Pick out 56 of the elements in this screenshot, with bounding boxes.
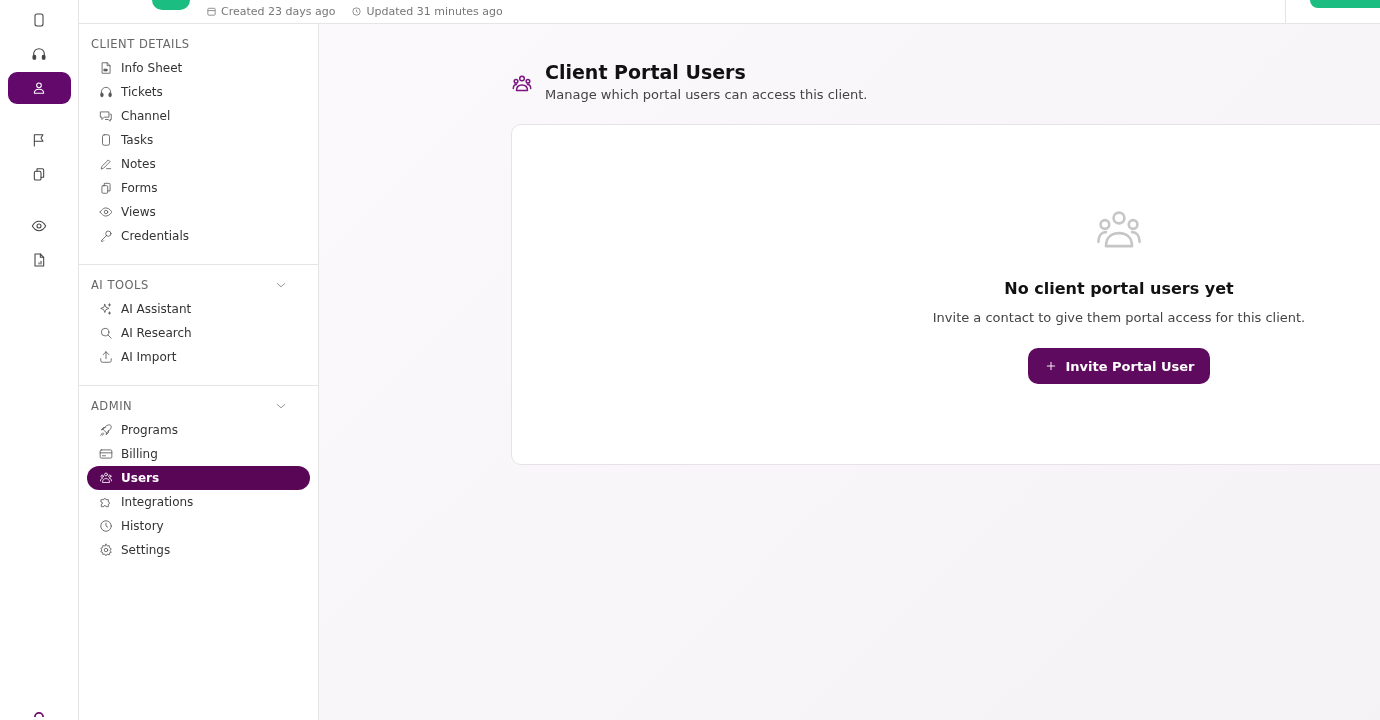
user-icon bbox=[31, 80, 47, 96]
sidebar-item[interactable]: Integrations bbox=[87, 490, 310, 514]
sidebar-item[interactable]: Info Sheet bbox=[87, 56, 310, 80]
clock-icon bbox=[351, 6, 363, 17]
sidebar-item[interactable]: Views bbox=[87, 200, 310, 224]
upload-icon bbox=[99, 350, 113, 364]
sidebar-item[interactable]: Tasks bbox=[87, 128, 310, 152]
settings-icon bbox=[99, 543, 113, 557]
pencil-icon bbox=[99, 157, 113, 171]
puzzle-icon bbox=[99, 495, 113, 509]
clipboard-icon bbox=[31, 12, 47, 28]
section-heading: AI TOOLS bbox=[91, 278, 149, 292]
key-icon bbox=[99, 229, 113, 243]
updated-date: Updated 31 minutes ago bbox=[351, 5, 503, 18]
sidebar-item[interactable]: Forms bbox=[87, 176, 310, 200]
headset-icon bbox=[31, 46, 47, 62]
page-subtitle: Manage which portal users can access this client. bbox=[545, 87, 868, 102]
copy-icon bbox=[99, 181, 113, 195]
rocket-icon bbox=[99, 423, 113, 437]
status-badge bbox=[152, 0, 190, 10]
users-icon bbox=[99, 471, 113, 485]
sidebar-item[interactable]: Credentials bbox=[87, 224, 310, 248]
credit-card-icon bbox=[99, 447, 113, 461]
sidebar-item[interactable]: Billing bbox=[87, 442, 310, 466]
flag-icon bbox=[31, 132, 47, 148]
page-title: Client Portal Users bbox=[545, 60, 747, 85]
sidebar-item[interactable]: AI Import bbox=[87, 345, 310, 369]
eye-icon bbox=[99, 205, 113, 219]
invite-portal-user-button[interactable]: Invite Portal User bbox=[1027, 348, 1211, 384]
sidebar-item[interactable]: AI Assistant bbox=[87, 297, 310, 321]
section-heading: CLIENT DETAILS bbox=[91, 37, 190, 51]
created-date: Created 23 days ago bbox=[206, 5, 336, 18]
sidebar-item[interactable]: Tickets bbox=[87, 80, 310, 104]
eye-icon bbox=[31, 218, 47, 234]
sidebar-item[interactable]: History bbox=[87, 514, 310, 538]
sparkles-icon bbox=[99, 302, 113, 316]
document-icon bbox=[99, 61, 113, 75]
copy-icon bbox=[31, 166, 47, 182]
sidebar-item[interactable]: Programs bbox=[87, 418, 310, 442]
empty-state-message: Invite a contact to give them portal access for this client. bbox=[932, 310, 1306, 325]
sidebar-item[interactable]: AI Research bbox=[87, 321, 310, 345]
sidebar-item[interactable]: Notes bbox=[87, 152, 310, 176]
sidebar-item[interactable]: Users bbox=[87, 466, 310, 490]
empty-state-title: No client portal users yet bbox=[1004, 279, 1234, 298]
section-heading: ADMIN bbox=[91, 399, 133, 413]
clipboard-icon bbox=[99, 133, 113, 147]
calendar-icon bbox=[206, 6, 217, 17]
headset-icon bbox=[99, 85, 113, 99]
sidebar-item[interactable]: Channel bbox=[87, 104, 310, 128]
rail-nav-button[interactable] bbox=[7, 72, 71, 104]
sidebar-item[interactable]: Settings bbox=[87, 538, 310, 562]
search-icon bbox=[99, 326, 113, 340]
document-chart-icon bbox=[31, 252, 47, 268]
chat-icon bbox=[99, 109, 113, 123]
clock-icon bbox=[99, 519, 113, 533]
status-button[interactable] bbox=[1310, 0, 1380, 8]
